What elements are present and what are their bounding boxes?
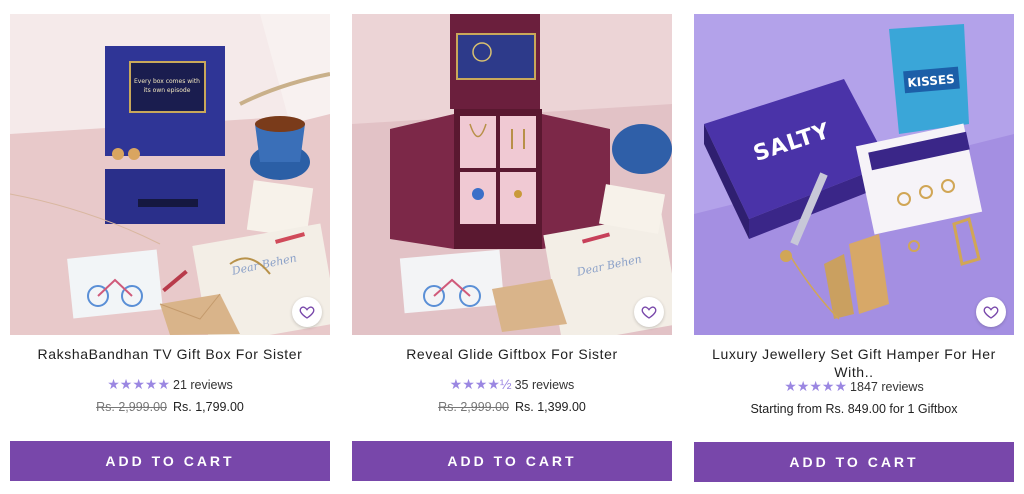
price: Rs. 2,999.00 Rs. 1,399.00 (352, 400, 672, 414)
wishlist-button[interactable] (976, 297, 1006, 327)
add-to-cart-button[interactable]: ADD TO CART (694, 442, 1014, 482)
sale-price: Rs. 1,399.00 (515, 400, 586, 414)
heart-icon (641, 306, 657, 319)
wishlist-button[interactable] (292, 297, 322, 327)
product-card[interactable]: SALTY KISSES Luxury Jewellery Set Gift H… (694, 14, 1014, 494)
product-title[interactable]: RakshaBandhan TV Gift Box For Sister (10, 345, 330, 363)
wishlist-button[interactable] (634, 297, 664, 327)
product-image[interactable]: Dear Behen (352, 14, 672, 335)
add-to-cart-button[interactable]: ADD TO CART (10, 441, 330, 481)
product-title[interactable]: Reveal Glide Giftbox For Sister (352, 345, 672, 363)
star-rating: ★★★★½ (449, 376, 512, 392)
rating: ★★★★½ 35 reviews (352, 376, 672, 393)
heart-icon (983, 306, 999, 319)
rating: ★★★★★ 21 reviews (10, 376, 330, 393)
add-to-cart-button[interactable]: ADD TO CART (352, 441, 672, 481)
review-count[interactable]: 1847 reviews (850, 380, 924, 394)
sale-price: Rs. 1,799.00 (173, 400, 244, 414)
product-image[interactable]: Every box comes with its own episode Dea… (10, 14, 330, 335)
star-rating: ★★★★★ (784, 378, 848, 394)
review-count[interactable]: 21 reviews (173, 378, 233, 392)
price: Rs. 2,999.00 Rs. 1,799.00 (10, 400, 330, 414)
original-price: Rs. 2,999.00 (438, 400, 509, 414)
box-text-2: its own episode (144, 87, 191, 94)
star-rating: ★★★★★ (107, 376, 170, 392)
rating: ★★★★★ 1847 reviews (694, 378, 1014, 395)
product-card[interactable]: Dear Behen Reveal Glide Giftbox For Sist… (352, 14, 672, 494)
original-price: Rs. 2,999.00 (96, 400, 167, 414)
product-card[interactable]: Every box comes with its own episode Dea… (10, 14, 330, 494)
heart-icon (299, 306, 315, 319)
price-text: Starting from Rs. 849.00 for 1 Giftbox (750, 402, 958, 416)
product-title[interactable]: Luxury Jewellery Set Gift Hamper For Her… (699, 345, 1009, 381)
box-text-1: Every box comes with (134, 78, 200, 85)
product-image[interactable]: SALTY KISSES (694, 14, 1014, 335)
review-count[interactable]: 35 reviews (515, 378, 575, 392)
